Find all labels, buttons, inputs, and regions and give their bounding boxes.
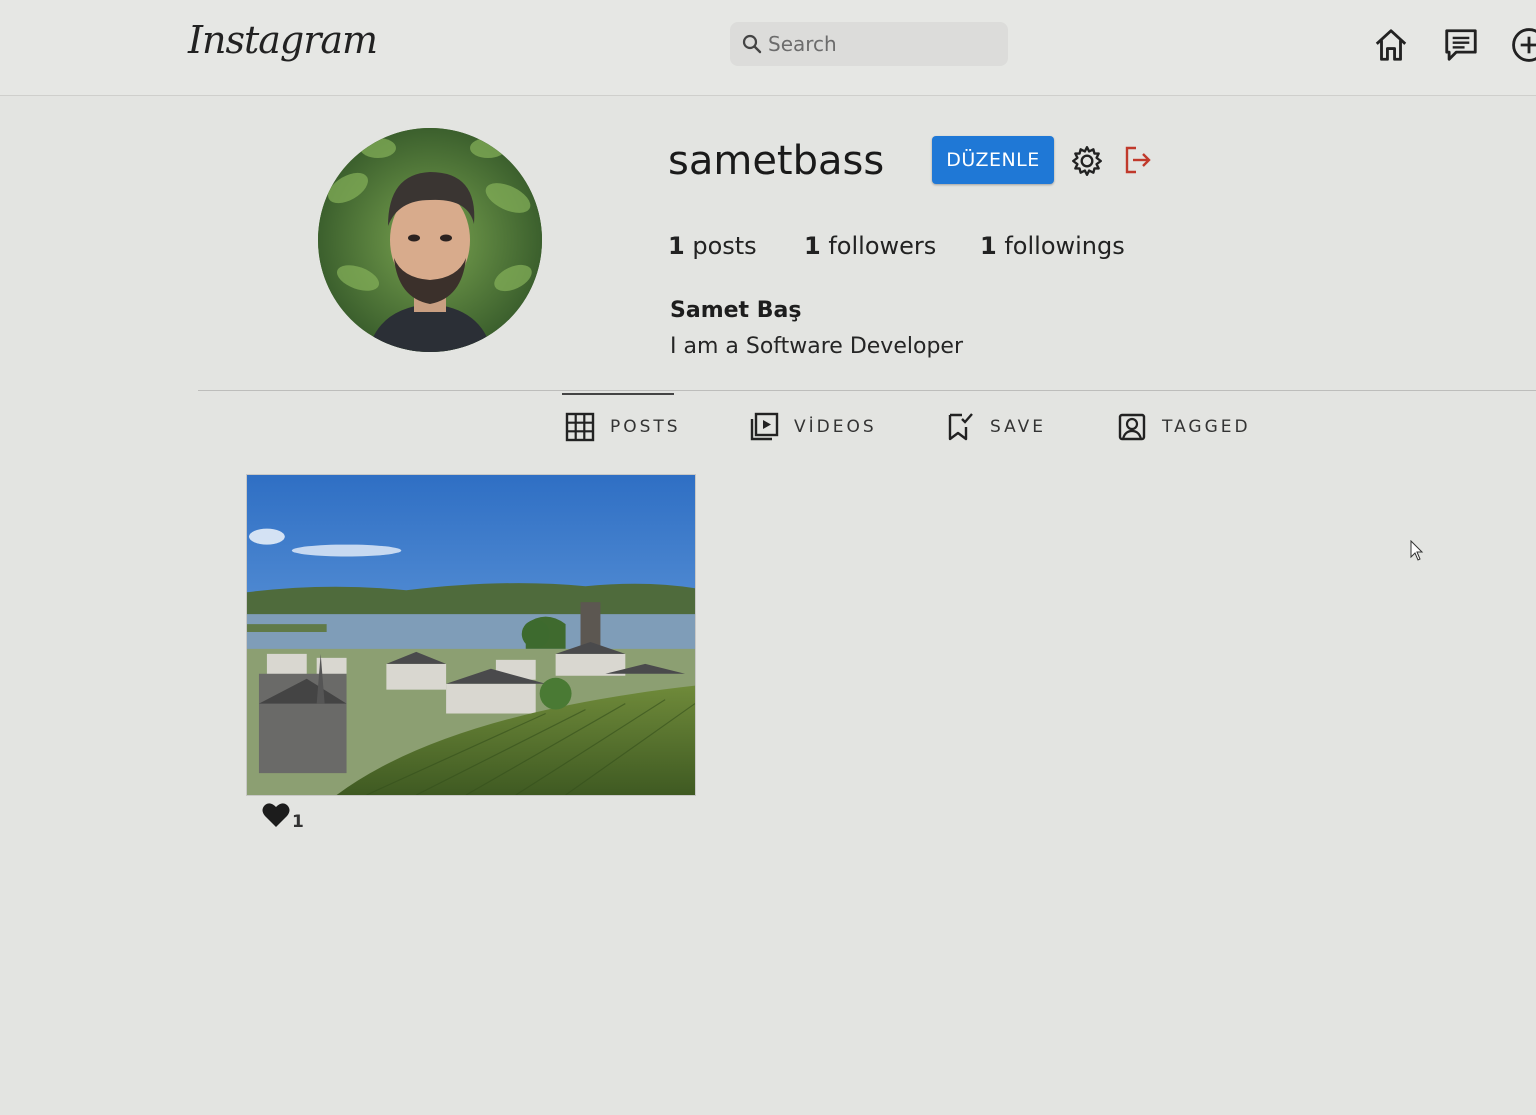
search-input[interactable]	[768, 32, 988, 56]
tab-videos[interactable]: VİDEOS	[748, 410, 877, 444]
tagged-icon	[1118, 413, 1146, 441]
tab-posts[interactable]: POSTS	[564, 410, 681, 444]
heart-icon	[262, 803, 290, 827]
profile-avatar[interactable]	[318, 128, 542, 352]
tab-save[interactable]: SAVE	[944, 410, 1046, 444]
posts-count: 1	[668, 232, 685, 260]
tab-posts-label: POSTS	[610, 417, 681, 437]
avatar-photo	[318, 128, 542, 352]
messages-icon[interactable]	[1442, 26, 1480, 64]
followers-label: followers	[828, 232, 937, 260]
tab-tagged-label: TAGGED	[1162, 417, 1251, 437]
settings-gear-icon[interactable]	[1070, 144, 1104, 178]
followings-count-stat[interactable]: 1 followings	[980, 232, 1125, 260]
edit-profile-button[interactable]: DÜZENLE	[932, 136, 1054, 184]
instagram-logo[interactable]: Instagram	[188, 18, 378, 62]
posts-count-stat: 1 posts	[668, 232, 757, 260]
profile-username: sametbass	[668, 138, 885, 184]
home-icon[interactable]	[1372, 26, 1410, 64]
top-navbar: Instagram	[0, 0, 1536, 96]
tab-tagged[interactable]: TAGGED	[1116, 410, 1251, 444]
posts-label: posts	[692, 232, 757, 260]
profile-bio: I am a Software Developer	[670, 334, 963, 359]
bookmark-icon	[948, 413, 973, 441]
followers-count-stat[interactable]: 1 followers	[804, 232, 936, 260]
followings-count: 1	[980, 232, 997, 260]
mouse-pointer-icon	[1410, 540, 1424, 561]
post-thumbnail[interactable]	[246, 474, 696, 796]
video-icon	[750, 412, 779, 441]
tab-videos-label: VİDEOS	[794, 417, 877, 437]
search-icon	[742, 34, 762, 54]
profile-full-name: Samet Baş	[670, 298, 802, 323]
like-count: 1	[292, 812, 304, 832]
post-landscape-photo	[247, 475, 695, 795]
followings-label: followings	[1004, 232, 1125, 260]
active-tab-indicator	[562, 393, 674, 395]
grid-icon	[565, 412, 595, 442]
logout-icon[interactable]	[1122, 144, 1154, 176]
tabs-divider	[198, 390, 1536, 391]
followers-count: 1	[804, 232, 821, 260]
search-box[interactable]	[730, 22, 1008, 66]
add-post-icon[interactable]	[1510, 26, 1536, 64]
tab-save-label: SAVE	[990, 417, 1047, 437]
post-likes[interactable]: 1	[262, 802, 304, 832]
